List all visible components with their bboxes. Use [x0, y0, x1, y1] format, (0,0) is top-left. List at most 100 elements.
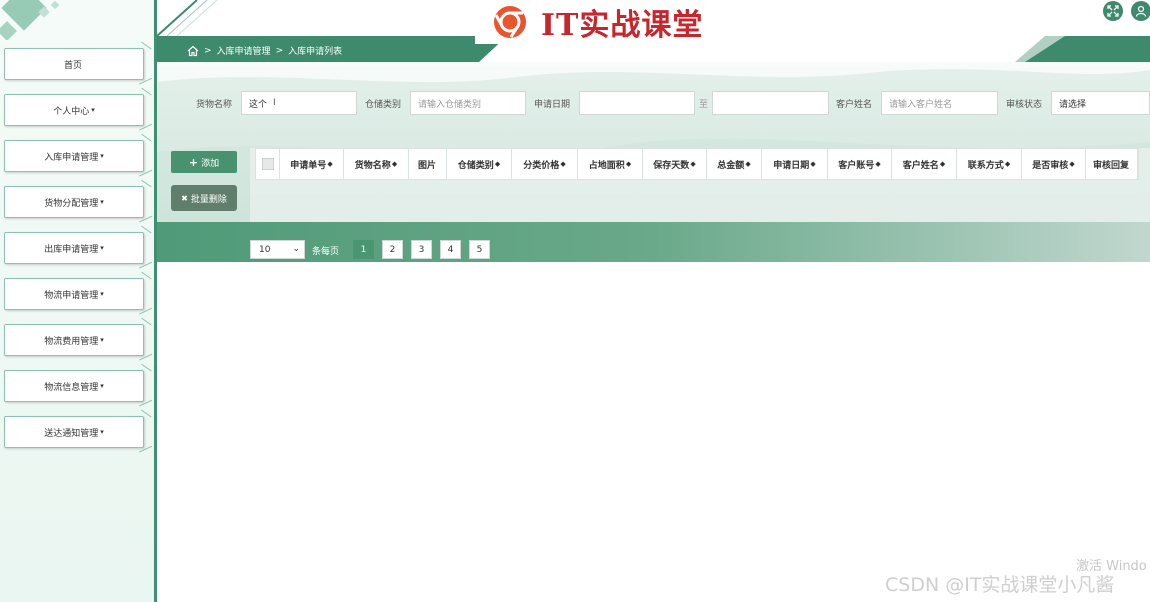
add-button-label: 添加: [201, 158, 220, 169]
sidebar-item-label: 物流费用管理: [44, 336, 99, 347]
column-label: 申请日期: [773, 160, 810, 171]
sidebar-item-label: 出库申请管理: [44, 244, 99, 255]
plus-icon: +: [188, 155, 199, 169]
apply-date-label: 申请日期: [534, 100, 571, 110]
fullscreen-icon: [1107, 5, 1119, 17]
table-header-row: 申请单号 ◆ 货物名称 ◆ 图片 仓储类别 ◆ 分类价格 ◆ 占地面积 ◆ 保存天数 ◆ 总金额 ◆ 申请日期…: [255, 148, 1139, 180]
goods-name-label: 货物名称: [196, 100, 233, 110]
sidebar-item-outbound-apply[interactable]: 出库申请管理 ▾: [4, 232, 144, 264]
caret-down-icon: ▾: [100, 336, 104, 344]
sidebar-item-inbound-apply[interactable]: 入库申请管理 ▾: [4, 140, 144, 172]
page-button[interactable]: 3: [411, 240, 432, 259]
sidebar-item-label: 入库申请管理: [44, 152, 99, 163]
page-button[interactable]: 4: [440, 240, 461, 259]
column-label: 保存天数: [653, 160, 690, 171]
column-label: 客户姓名: [902, 160, 939, 171]
add-button[interactable]: + 添加: [171, 151, 237, 173]
sidebar-item-logistics-info[interactable]: 物流信息管理 ▾: [4, 370, 144, 402]
table-header-cell[interactable]: 货物名称 ◆: [344, 149, 409, 179]
sort-icon: ◆: [327, 160, 333, 168]
user-profile-button[interactable]: [1131, 1, 1150, 21]
caret-down-icon: ▾: [100, 428, 104, 436]
sidebar-item-label: 物流申请管理: [44, 290, 99, 301]
apply-date-start-input[interactable]: [579, 91, 695, 115]
apply-date-end-input[interactable]: [712, 91, 829, 115]
page-size-select[interactable]: 10 ⌄: [250, 240, 305, 259]
breadcrumb-item-inbound-list: 入库申请列表: [288, 47, 343, 57]
sidebar-item-label: 首页: [63, 60, 82, 71]
sidebar-item-home[interactable]: 首页: [4, 48, 144, 80]
breadcrumb-item-inbound-management[interactable]: 入库申请管理: [217, 44, 271, 57]
table-header-cell[interactable]: 客户姓名 ◆: [892, 149, 957, 179]
table-header-cell[interactable]: 联系方式 ◆: [957, 149, 1022, 179]
select-all-cell: [256, 149, 280, 179]
per-page-label: 条每页: [312, 247, 340, 257]
column-label: 总金额: [717, 160, 745, 171]
batch-delete-button[interactable]: ✖ 批量删除: [171, 185, 237, 211]
breadcrumb: > 入库申请管理 > 入库申请列表: [187, 44, 342, 57]
caret-down-icon: ▾: [100, 382, 104, 390]
table-header-cell[interactable]: 保存天数 ◆: [643, 149, 707, 179]
table-header-cell[interactable]: 审核回复: [1086, 149, 1138, 179]
caret-down-icon: ▾: [100, 152, 104, 160]
brand-banner: IT实战课堂: [475, 0, 739, 44]
brand-logo-icon: [494, 6, 526, 38]
sidebar-item-label: 货物分配管理: [44, 198, 99, 209]
sidebar-item-logistics-fee[interactable]: 物流费用管理 ▾: [4, 324, 144, 356]
sort-icon: ◆: [625, 160, 632, 168]
sidebar-item-label: 个人中心: [53, 106, 90, 117]
column-label: 仓储类别: [457, 160, 494, 171]
user-icon: [1135, 5, 1147, 17]
sidebar-item-label: 送达通知管理: [44, 428, 99, 439]
table-header-cell[interactable]: 图片: [409, 149, 447, 179]
column-label: 分类价格: [523, 160, 560, 171]
sort-icon: ◆: [1004, 160, 1011, 168]
sort-icon: ◆: [939, 160, 946, 168]
page-button[interactable]: 1: [353, 240, 374, 259]
table-header-cell[interactable]: 申请日期 ◆: [762, 149, 828, 179]
caret-down-icon: ▾: [100, 244, 104, 252]
home-icon[interactable]: [187, 45, 199, 57]
storage-type-input[interactable]: 请输入仓储类别: [410, 91, 526, 115]
page-button[interactable]: 2: [382, 240, 403, 259]
delete-icon: ✖: [181, 193, 188, 203]
sort-icon: ◆: [810, 160, 816, 168]
sidebar-item-goods-allocation[interactable]: 货物分配管理 ▾: [4, 186, 144, 218]
sidebar-item-personal-center[interactable]: 个人中心 ▾: [4, 94, 144, 126]
table-header-cell[interactable]: 总金额 ◆: [707, 149, 762, 179]
text-cursor-icon: I: [273, 98, 276, 108]
brand-title: IT实战课堂: [541, 8, 704, 43]
storage-type-placeholder: 请输入仓储类别: [418, 99, 482, 110]
table-header-cell[interactable]: 仓储类别 ◆: [447, 149, 512, 179]
table-header-cell[interactable]: 客户账号 ◆: [828, 149, 892, 179]
column-label: 审核回复: [1092, 160, 1129, 171]
column-label: 图片: [417, 160, 436, 171]
customer-name-input[interactable]: 请输入客户姓名: [881, 91, 998, 115]
sort-icon: ◆: [560, 160, 566, 168]
column-label: 联系方式: [967, 160, 1004, 171]
table-header-cell[interactable]: 是否审核 ◆: [1022, 149, 1086, 179]
page-button[interactable]: 5: [469, 240, 490, 259]
sidebar-item-delivery-notice[interactable]: 送达通知管理 ▾: [4, 416, 144, 448]
sort-icon: ◆: [745, 160, 751, 168]
review-status-label: 审核状态: [1006, 100, 1043, 110]
sort-icon: ◆: [391, 160, 398, 168]
column-label: 申请单号: [290, 160, 327, 171]
table-header-cell[interactable]: 分类价格 ◆: [512, 149, 578, 179]
sidebar-item-logistics-apply[interactable]: 物流申请管理 ▾: [4, 278, 144, 310]
select-all-checkbox[interactable]: [261, 158, 274, 170]
main-content: 货物名称 这个 I 仓储类别 请输入仓储类别 申请日期 至 客户姓名 请输入客户…: [157, 62, 1150, 262]
data-table: 申请单号 ◆ 货物名称 ◆ 图片 仓储类别 ◆ 分类价格 ◆ 占地面积 ◆ 保存天数 ◆ 总金额 ◆ 申请日期…: [250, 148, 1150, 224]
sort-icon: ◆: [1069, 160, 1075, 168]
caret-down-icon: ▾: [91, 106, 95, 114]
storage-type-label: 仓储类别: [365, 100, 402, 110]
fullscreen-button[interactable]: [1103, 1, 1123, 21]
review-status-value: 请选择: [1059, 99, 1087, 110]
review-status-select[interactable]: 请选择: [1051, 91, 1150, 115]
top-header: > 入库申请管理 > 入库申请列表 IT实战课堂: [157, 0, 1150, 62]
table-header-cell[interactable]: 占地面积 ◆: [578, 149, 643, 179]
goods-name-input[interactable]: 这个 I: [241, 91, 357, 115]
breadcrumb-separator: >: [275, 45, 284, 56]
breadcrumb-separator: >: [204, 45, 212, 56]
table-header-cell[interactable]: 申请单号 ◆: [280, 149, 344, 179]
